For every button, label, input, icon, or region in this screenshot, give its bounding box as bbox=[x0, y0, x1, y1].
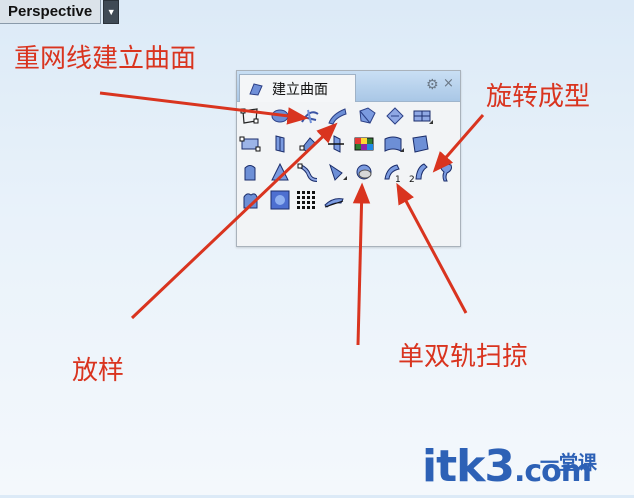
plane-rectangle-tool[interactable] bbox=[411, 105, 433, 127]
extrude-to-point-tool[interactable] bbox=[325, 161, 347, 183]
watermark-sub: 一堂课 bbox=[540, 452, 598, 474]
planar-curves-tool[interactable] bbox=[356, 105, 378, 127]
extrude-along-curve-tool[interactable] bbox=[323, 189, 345, 211]
edge-surface-tool[interactable] bbox=[269, 105, 291, 127]
loft-tool[interactable] bbox=[326, 105, 348, 127]
panel-header: 建立曲面 ⚙ × bbox=[237, 71, 460, 102]
sweep1-label: 1 bbox=[395, 175, 401, 183]
heightfield-tool[interactable] bbox=[353, 133, 375, 155]
network-surface-tool[interactable] bbox=[299, 105, 321, 127]
annotation-loft: 放样 bbox=[72, 356, 125, 386]
cutting-plane-tool[interactable] bbox=[325, 133, 347, 155]
extrude-curve-tool[interactable] bbox=[384, 105, 406, 127]
sweep2-label: 2 bbox=[409, 175, 415, 183]
sweep1-tool[interactable]: 1 bbox=[381, 161, 403, 183]
sweep2-tool[interactable]: 2 bbox=[408, 161, 430, 183]
fin-surface-tool[interactable] bbox=[239, 189, 261, 211]
annotation-sweep: 单双轨扫掠 bbox=[398, 342, 529, 372]
triangle-down-icon[interactable]: ▼ bbox=[103, 0, 120, 24]
drape-tool[interactable] bbox=[382, 133, 404, 155]
pyramid-surface-tool[interactable] bbox=[269, 161, 291, 183]
sweep-along-curve-tool[interactable] bbox=[297, 161, 319, 183]
viewport-title[interactable]: Perspective bbox=[0, 0, 102, 24]
annotation-revolve: 旋转成型 bbox=[486, 82, 591, 112]
rail-revolve-tool[interactable] bbox=[239, 161, 261, 183]
vertical-plane-tool[interactable] bbox=[269, 133, 291, 155]
surface-tab-icon bbox=[249, 82, 263, 96]
surface-from-image-tool[interactable] bbox=[269, 189, 291, 211]
rectangular-plane-tool[interactable] bbox=[239, 133, 261, 155]
surface-from-points-tool[interactable] bbox=[239, 105, 261, 127]
panel-tab-title: 建立曲面 bbox=[272, 81, 328, 98]
blend-surface-tool[interactable] bbox=[353, 161, 375, 183]
patch-tool[interactable] bbox=[409, 133, 431, 155]
annotation-network-surface: 重网线建立曲面 bbox=[14, 44, 197, 74]
watermark-main: itk3 bbox=[422, 441, 515, 492]
surface-toolbar-panel: 建立曲面 ⚙ × 1 2 bbox=[236, 70, 461, 247]
revolve-tool[interactable] bbox=[435, 161, 457, 183]
gear-icon[interactable]: ⚙ bbox=[426, 78, 440, 92]
point-grid-tool[interactable] bbox=[295, 189, 317, 211]
tab-surface-creation[interactable]: 建立曲面 bbox=[239, 74, 356, 102]
close-icon[interactable]: × bbox=[443, 77, 455, 91]
plane-through-points-tool[interactable] bbox=[297, 133, 319, 155]
viewport-tab[interactable]: Perspective ▼ bbox=[0, 0, 120, 24]
